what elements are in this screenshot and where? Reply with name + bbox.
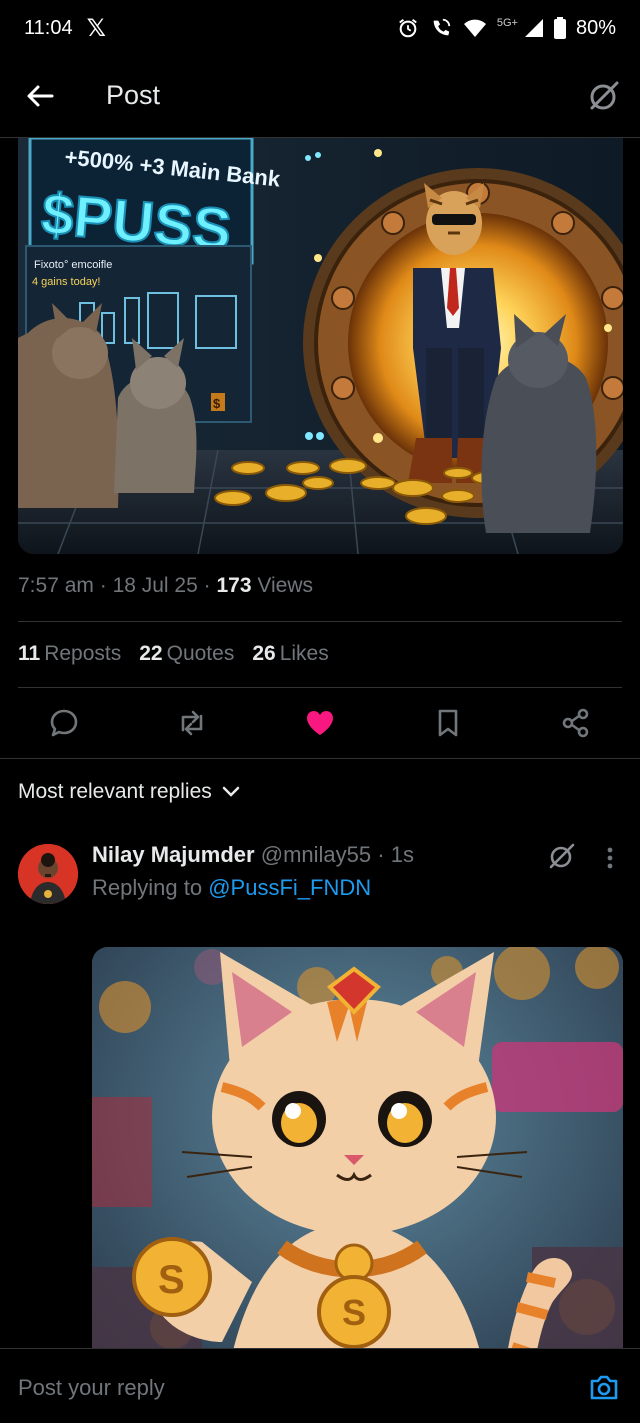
- page-title: Post: [106, 80, 161, 110]
- signal-icon: [524, 19, 543, 37]
- status-icons: 5G+ 80%: [397, 17, 616, 40]
- divider: [18, 621, 622, 622]
- author-handle[interactable]: @mnilay55: [261, 842, 371, 867]
- separator: ·: [377, 842, 385, 867]
- post-stats: 11 Reposts 22 Quotes 26 Likes: [18, 642, 329, 666]
- author-name[interactable]: Nilay Majumder: [92, 842, 255, 867]
- more-options-icon[interactable]: [598, 844, 622, 872]
- network-type: 5G+: [496, 17, 518, 29]
- divider: [0, 758, 640, 759]
- quotes-label: Quotes: [166, 642, 235, 665]
- likes-count: 26: [252, 642, 276, 665]
- reposts-count: 11: [18, 642, 41, 665]
- battery-percent: 80%: [575, 16, 616, 39]
- svg-text:S: S: [342, 1292, 366, 1333]
- sign-tag-text: $: [213, 396, 221, 411]
- views-count: 173: [216, 574, 252, 597]
- grok-icon[interactable]: [586, 78, 622, 114]
- reply-author: Nilay Majumder @mnilay55 · 1s: [92, 842, 414, 868]
- quotes-stat[interactable]: 22 Quotes: [139, 642, 234, 666]
- replies-sort-dropdown[interactable]: Most relevant replies: [18, 780, 240, 804]
- replying-prefix: Replying to: [92, 875, 203, 900]
- post-date: 18 Jul 25: [112, 574, 198, 597]
- replies-sort-label: Most relevant replies: [18, 780, 212, 803]
- replying-to: Replying to @PussFi_FNDN: [92, 875, 371, 901]
- post-time: 7:57 am: [18, 574, 94, 597]
- likes-stat[interactable]: 26 Likes: [252, 642, 328, 666]
- reply-input-placeholder[interactable]: Post your reply: [18, 1375, 165, 1401]
- alarm-icon: [399, 18, 417, 38]
- post-actions: [0, 696, 640, 756]
- svg-text:S: S: [158, 1258, 185, 1302]
- replying-to-link[interactable]: @PussFi_FNDN: [208, 875, 371, 900]
- sign-line-1: Fixoto° emcoifle: [34, 259, 112, 271]
- post-media-image[interactable]: +500% +3 Main Bank $PUSS Fixoto° emcoifl…: [18, 138, 623, 554]
- grok-icon[interactable]: [546, 840, 578, 872]
- top-header: Post: [0, 56, 640, 138]
- bookmark-icon[interactable]: [431, 706, 465, 740]
- views-label: Views: [257, 574, 313, 597]
- divider: [18, 687, 622, 688]
- sign-line-2: 4 gains today!: [32, 276, 101, 288]
- camera-icon[interactable]: [588, 1371, 620, 1403]
- back-arrow-icon[interactable]: [24, 80, 56, 112]
- avatar[interactable]: [18, 844, 78, 904]
- post-meta: 7:57 am · 18 Jul 25 · 173 Views: [18, 574, 313, 597]
- reposts-label: Reposts: [44, 642, 122, 665]
- status-bar: 11:04 𝕏 5G+ 80%: [0, 0, 640, 56]
- wifi-call-icon: [433, 18, 451, 36]
- likes-label: Likes: [279, 642, 329, 665]
- quotes-count: 22: [139, 642, 163, 665]
- reply-icon[interactable]: [47, 706, 81, 740]
- reposts-stat[interactable]: 11 Reposts: [18, 642, 121, 666]
- x-logo-icon: 𝕏: [86, 14, 106, 42]
- share-icon[interactable]: [559, 706, 593, 740]
- chevron-down-icon: [222, 786, 239, 797]
- reply-composer[interactable]: Post your reply: [0, 1348, 640, 1423]
- status-time: 11:04: [24, 16, 73, 39]
- battery-icon: [553, 17, 566, 39]
- like-icon[interactable]: [303, 706, 337, 740]
- bank-vault-cats-illustration: +500% +3 Main Bank $PUSS Fixoto° emcoifl…: [18, 138, 623, 554]
- wifi-icon: [463, 19, 486, 37]
- reply-time: 1s: [390, 842, 414, 867]
- repost-icon[interactable]: [175, 706, 209, 740]
